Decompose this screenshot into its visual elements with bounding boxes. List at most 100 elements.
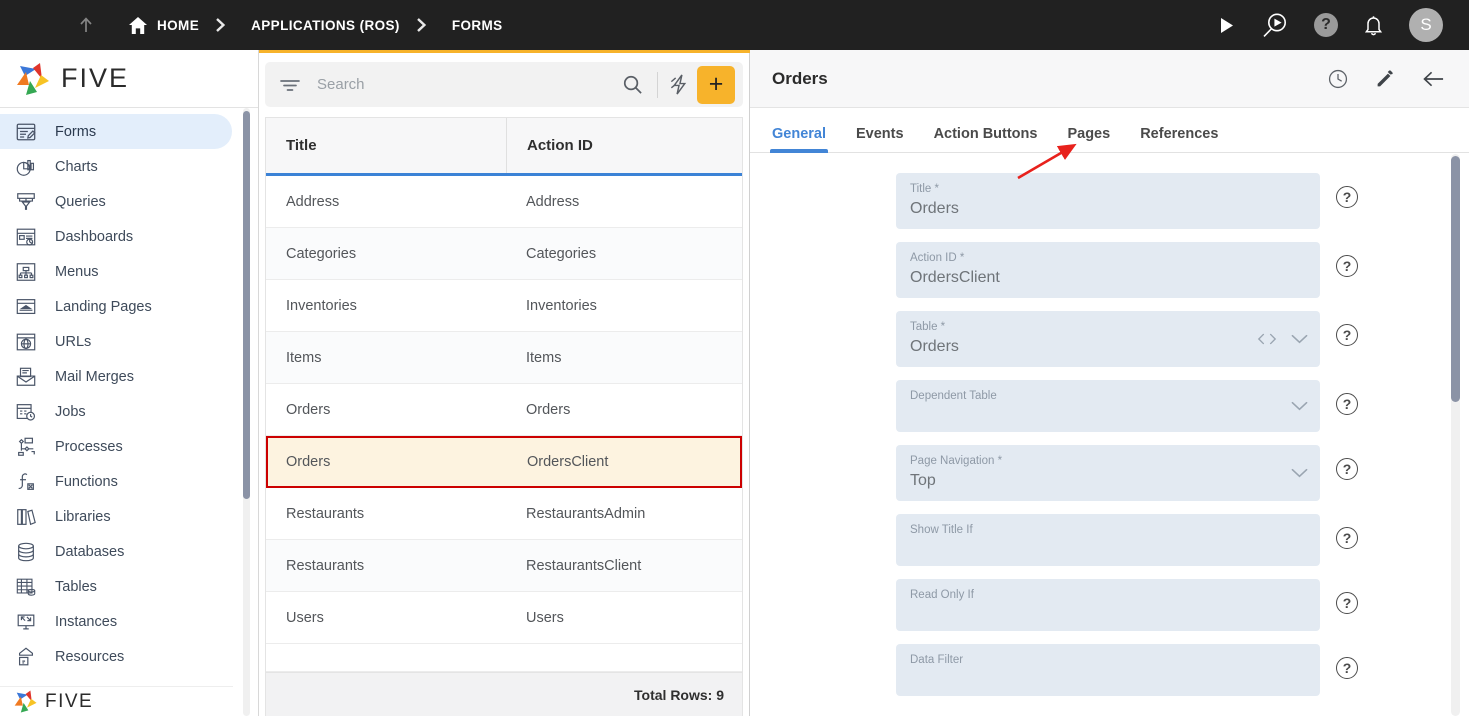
history-clock-icon[interactable] [1327,68,1349,90]
run-icon[interactable] [1219,17,1235,34]
sidebar-item-charts[interactable]: Charts [0,149,232,184]
tab-references[interactable]: References [1140,126,1218,152]
sidebar-item-processes[interactable]: Processes [0,429,232,464]
back-arrow-icon[interactable] [1422,69,1445,89]
help-icon-page-navigation[interactable]: ? [1336,458,1358,480]
table-row[interactable]: Restaurants RestaurantsClient [266,540,742,592]
sidebar-scrollbar-thumb[interactable] [243,111,250,499]
search-input[interactable] [317,76,622,93]
charts-icon [14,155,38,179]
arrow-up-icon[interactable] [76,15,96,35]
search-preview-icon[interactable] [1261,12,1288,39]
code-icon[interactable] [1257,333,1277,346]
breadcrumb-applications[interactable]: APPLICATIONS (ROS) [251,18,400,33]
sidebar-item-functions[interactable]: Functions [0,464,232,499]
column-header-title[interactable]: Title [266,118,506,173]
sidebar-brand[interactable]: FIVE [0,50,258,108]
five-logo-footer-icon [14,690,37,713]
help-icon-title[interactable]: ? [1336,186,1358,208]
top-bar-actions: ? S [1219,8,1469,42]
detail-header: Orders [750,50,1469,108]
search-divider [657,71,658,98]
detail-scrollbar-thumb[interactable] [1451,156,1460,402]
cell-title: Users [286,609,324,626]
data-filter-field[interactable]: Data Filter [896,644,1320,696]
notifications-bell-icon[interactable] [1364,15,1383,36]
sidebar-item-label-forms: Forms [55,123,97,140]
cell-action-id: Address [526,193,580,210]
forms-list-pane: + Title Action ID Address Address Catego… [259,50,750,716]
sidebar-item-urls[interactable]: URLs [0,324,232,359]
help-icon-data-filter[interactable]: ? [1336,657,1358,679]
edit-pencil-icon[interactable] [1375,68,1396,89]
table-header-row: Title Action ID [266,118,742,176]
home-icon[interactable] [128,15,148,35]
help-icon-read-only-if[interactable]: ? [1336,592,1358,614]
cell-title: Inventories [286,297,357,314]
lightning-bolt-icon[interactable] [668,73,691,96]
cell-action-id: Users [526,609,564,626]
help-icon-table[interactable]: ? [1336,324,1358,346]
table-row-selected[interactable]: Orders OrdersClient [266,436,742,488]
breadcrumb-forms[interactable]: FORMS [452,18,503,33]
action-id-field[interactable]: Action ID * OrdersClient [896,242,1320,298]
add-form-button[interactable]: + [697,65,735,104]
title-field[interactable]: Title * Orders [896,173,1320,229]
sidebar-item-resources[interactable]: Resources [0,639,232,674]
table-row[interactable]: Orders Orders [266,384,742,436]
cell-action-id: RestaurantsClient [526,557,642,574]
page-navigation-field[interactable]: Page Navigation * Top [896,445,1320,501]
help-icon-show-title-if[interactable]: ? [1336,527,1358,549]
sidebar-item-instances[interactable]: Instances [0,604,232,639]
filter-icon[interactable] [279,77,301,93]
breadcrumb-home[interactable]: HOME [157,18,199,33]
show-title-if-field[interactable]: Show Title If [896,514,1320,566]
sidebar-item-landing-pages[interactable]: Landing Pages [0,289,232,324]
functions-icon [14,470,38,494]
landing-pages-icon [14,295,38,319]
sidebar-item-label-landing-menus: Menus [55,263,99,280]
sidebar-item-dashboards[interactable]: Dashboards [0,219,232,254]
help-icon-dependent-table[interactable]: ? [1336,393,1358,415]
column-header-action-id[interactable]: Action ID [506,118,742,173]
avatar[interactable]: S [1409,8,1443,42]
chevron-down-icon[interactable] [1291,468,1308,479]
read-only-if-field[interactable]: Read Only If [896,579,1320,631]
application-window: HOME APPLICATIONS (ROS) FORMS ? S FIVE F… [0,0,1469,716]
tab-events[interactable]: Events [856,126,904,152]
detail-tabs: General Events Action Buttons Pages Refe… [750,108,1469,153]
table-field[interactable]: Table * Orders [896,311,1320,367]
table-row[interactable]: Inventories Inventories [266,280,742,332]
tab-action-buttons[interactable]: Action Buttons [934,126,1038,152]
sidebar-item-libraries[interactable]: Libraries [0,499,232,534]
field-row-title: Title * Orders ? [750,173,1469,229]
menus-icon [14,260,38,284]
table-row[interactable]: Restaurants RestaurantsAdmin [266,488,742,540]
tab-general[interactable]: General [770,126,828,153]
table-row[interactable]: Users Users [266,592,742,644]
chevron-down-icon[interactable] [1291,334,1308,345]
sidebar-item-databases[interactable]: Databases [0,534,232,569]
search-icon[interactable] [622,74,647,95]
chevron-down-icon[interactable] [1291,401,1308,412]
cell-title: Restaurants [286,557,365,574]
sidebar-item-forms[interactable]: Forms [0,114,232,149]
page-navigation-field-value: Top [910,472,936,489]
sidebar-item-menus[interactable]: Menus [0,254,232,289]
cell-action-id: Orders [526,401,571,418]
sidebar-item-queries[interactable]: Queries [0,184,232,219]
dependent-table-field[interactable]: Dependent Table [896,380,1320,432]
sidebar-item-jobs[interactable]: Jobs [0,394,232,429]
sidebar-item-mail-merges[interactable]: Mail Merges [0,359,232,394]
hamburger-menu-icon[interactable] [24,16,48,34]
sidebar-item-label-landing-pages: Landing Pages [55,298,152,315]
help-icon-action-id[interactable]: ? [1336,255,1358,277]
sidebar-item-tables[interactable]: Tables [0,569,232,604]
table-row[interactable]: Address Address [266,176,742,228]
table-row[interactable]: Items Items [266,332,742,384]
sidebar-item-label-functions: Functions [55,473,118,490]
tab-pages[interactable]: Pages [1067,126,1110,152]
help-icon[interactable]: ? [1314,13,1338,37]
instances-icon [14,610,38,634]
table-row[interactable]: Categories Categories [266,228,742,280]
